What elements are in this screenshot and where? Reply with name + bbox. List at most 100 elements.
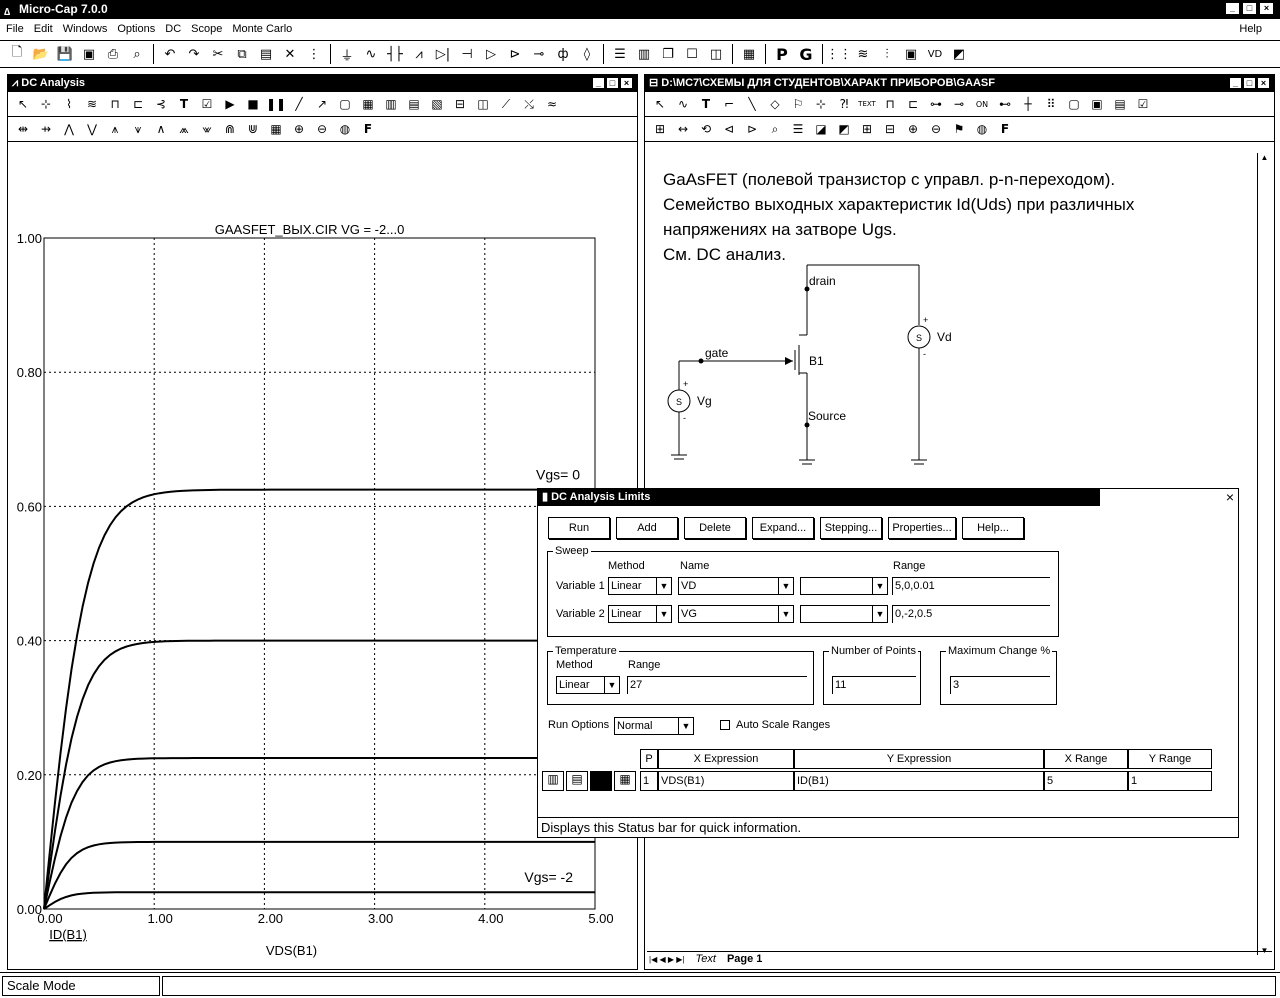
zoom-out-icon[interactable]: ⊖ xyxy=(925,119,947,139)
save-icon[interactable]: 💾 xyxy=(54,43,76,65)
variable-2-name-select[interactable]: VG ▼ xyxy=(678,605,794,623)
number-of-points-input[interactable]: 11 xyxy=(832,676,916,694)
tokens-icon[interactable]: ◫ xyxy=(472,94,494,114)
waveform-icon[interactable]: ≋ xyxy=(81,94,103,114)
select-all-icon[interactable]: ⋮ xyxy=(303,43,325,65)
open-icon[interactable]: 📂 xyxy=(30,43,52,65)
maximum-change-input[interactable]: 3 xyxy=(950,676,1050,694)
inflection-icon[interactable]: ∧ xyxy=(150,119,172,139)
table-icon[interactable]: ▦ xyxy=(265,119,287,139)
new-icon[interactable]: 🗋 xyxy=(6,43,28,65)
delete-icon[interactable]: ✕ xyxy=(279,43,301,65)
variable-1-range-input[interactable]: 5,0,0.01 xyxy=(892,577,1050,595)
zoom-out-icon[interactable]: ⊖ xyxy=(311,119,333,139)
top-icon[interactable]: ⋒ xyxy=(219,119,241,139)
tile-horizontal-icon[interactable]: ☰ xyxy=(609,43,631,65)
temperature-range-input[interactable]: 27 xyxy=(627,676,807,694)
buffer-icon[interactable]: ⊳ xyxy=(504,43,526,65)
scale-mode-icon[interactable]: ⊹ xyxy=(35,94,57,114)
bottom-icon[interactable]: ⋓ xyxy=(242,119,264,139)
frame-icon[interactable]: ▢ xyxy=(334,94,356,114)
capacitor-icon[interactable]: ┤├ xyxy=(384,43,406,65)
components-icon[interactable]: ⋮⋮ xyxy=(826,43,852,65)
variable-1-extra-select[interactable]: ▼ xyxy=(800,577,888,595)
frame-icon[interactable]: ▢ xyxy=(1063,94,1085,114)
run-options-select[interactable]: Normal ▼ xyxy=(614,717,694,735)
vertical-grid-icon[interactable]: ▥ xyxy=(542,771,564,791)
grid-icon[interactable]: ▦ xyxy=(614,771,636,791)
text-mode-icon[interactable]: T xyxy=(695,94,717,114)
schematic-close-button[interactable]: × xyxy=(1257,77,1270,89)
temperature-method-select[interactable]: Linear ▼ xyxy=(556,676,620,694)
shape-icon[interactable]: ◇ xyxy=(764,94,786,114)
calculator-icon[interactable]: ▦ xyxy=(738,43,760,65)
source-icon[interactable]: ф xyxy=(552,43,574,65)
on-icon[interactable]: ON xyxy=(971,94,993,114)
page-nav-icon[interactable]: |◀ ◀ ▶ ▶| xyxy=(647,955,684,964)
text-icon[interactable]: T xyxy=(173,94,195,114)
vertical-grid-icon[interactable]: ▥ xyxy=(380,94,402,114)
stop-icon[interactable]: ■ xyxy=(242,94,264,114)
menu-edit[interactable]: Edit xyxy=(34,23,53,35)
axis-icon[interactable]: ⊟ xyxy=(449,94,471,114)
color-icon[interactable]: ◍ xyxy=(334,119,356,139)
color-swatch-icon[interactable] xyxy=(590,771,612,791)
rotate-icon[interactable]: ⟲ xyxy=(695,119,717,139)
current-icon[interactable]: ⊶ xyxy=(925,94,947,114)
undo-icon[interactable]: ↶ xyxy=(159,43,181,65)
print-preview-icon[interactable]: ⌕ xyxy=(126,43,148,65)
line-icon[interactable]: ╱ xyxy=(288,94,310,114)
save-all-icon[interactable]: ▣ xyxy=(78,43,100,65)
text-box-icon[interactable]: TEXT xyxy=(856,94,878,114)
low-icon[interactable]: ⩛ xyxy=(127,119,149,139)
find-icon[interactable]: ⌕ xyxy=(764,119,786,139)
tab-text[interactable]: Text xyxy=(696,953,716,965)
schematic-canvas[interactable]: S S drain gate Source B1 Vd Vg + - + - xyxy=(645,255,1274,475)
tab-page-1[interactable]: Page 1 xyxy=(727,953,762,965)
variable-1-method-select[interactable]: Linear ▼ xyxy=(608,577,672,595)
dc-minimize-button[interactable]: _ xyxy=(592,77,605,89)
wire-mode-icon[interactable]: ∿ xyxy=(672,94,694,114)
delete-button[interactable]: Delete xyxy=(684,517,746,539)
run-icon[interactable]: ▶ xyxy=(219,94,241,114)
stepping-icon[interactable]: ⫶ xyxy=(876,43,898,65)
table-row-p[interactable]: 1 xyxy=(640,771,658,791)
font-icon[interactable]: F xyxy=(994,119,1016,139)
gate-icon[interactable]: ⊸ xyxy=(528,43,550,65)
voltage-icon[interactable]: ⊏ xyxy=(902,94,924,114)
delete-page-icon[interactable]: ⊟ xyxy=(879,119,901,139)
diode-icon[interactable]: ▷| xyxy=(432,43,454,65)
meter-icon[interactable]: ◊ xyxy=(576,43,598,65)
dc-maximize-button[interactable]: □ xyxy=(606,77,619,89)
variable-2-method-select[interactable]: Linear ▼ xyxy=(608,605,672,623)
high-icon[interactable]: ⩚ xyxy=(104,119,126,139)
menu-file[interactable]: File xyxy=(6,23,24,35)
peak-icon[interactable]: ⊏ xyxy=(127,94,149,114)
slope-icon[interactable]: ⟋ xyxy=(495,94,517,114)
dc-close-button[interactable]: × xyxy=(620,77,633,89)
menu-windows[interactable]: Windows xyxy=(63,23,108,35)
step-icon[interactable]: ⊞ xyxy=(649,119,671,139)
arrow-icon[interactable]: ↗ xyxy=(311,94,333,114)
properties-icon[interactable]: ☑ xyxy=(196,94,218,114)
stepping-button[interactable]: Stepping... xyxy=(820,517,882,539)
resistor-icon[interactable]: ⩘ xyxy=(408,43,430,65)
zoom-in-icon[interactable]: ⊕ xyxy=(902,119,924,139)
menu-help[interactable]: Help xyxy=(1239,23,1262,35)
plot-icon[interactable]: ◩ xyxy=(948,43,970,65)
power-icon[interactable]: ⊸ xyxy=(948,94,970,114)
menu-options[interactable]: Options xyxy=(117,23,155,35)
scale-icon[interactable]: ⊹ xyxy=(810,94,832,114)
tile-vertical-icon[interactable]: ▥ xyxy=(633,43,655,65)
table-row-x-expression[interactable]: VDS(B1) xyxy=(658,771,794,791)
grid-dots-icon[interactable]: ⠿ xyxy=(1040,94,1062,114)
flip-x-icon[interactable]: ⊲ xyxy=(718,119,740,139)
color-icon[interactable]: ◍ xyxy=(971,119,993,139)
peak-icon[interactable]: ⋀ xyxy=(58,119,80,139)
redo-icon[interactable]: ↷ xyxy=(183,43,205,65)
probe-g-icon[interactable]: G xyxy=(795,43,817,65)
variable-1-name-select[interactable]: VD ▼ xyxy=(678,577,794,595)
wire-icon[interactable]: ⌐ xyxy=(718,94,740,114)
border-icon[interactable]: ▣ xyxy=(1086,94,1108,114)
node-numbers-icon[interactable]: ⊓ xyxy=(879,94,901,114)
